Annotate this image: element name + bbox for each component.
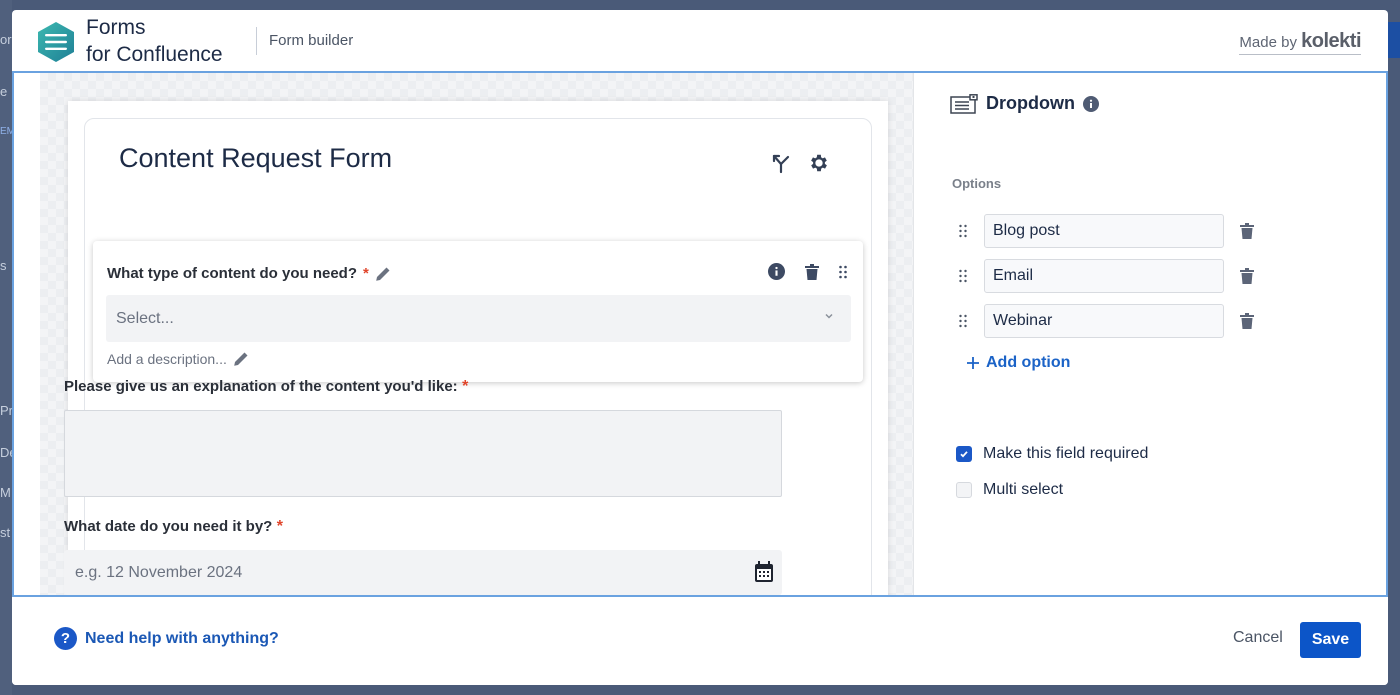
background-text: st — [0, 525, 11, 540]
form-builder-modal: Forms for Confluence Form builder Made b… — [12, 10, 1388, 685]
explanation-field-label[interactable]: Please give us an explanation of the con… — [64, 378, 468, 396]
help-link[interactable]: ? Need help with anything? — [54, 627, 279, 650]
option-input[interactable] — [984, 259, 1224, 293]
required-checkbox[interactable] — [956, 446, 972, 462]
delete-option-icon[interactable] — [1240, 313, 1254, 329]
content-type-select[interactable]: Select... — [106, 295, 851, 342]
delete-trash-icon[interactable] — [805, 263, 819, 280]
info-icon[interactable] — [1082, 95, 1099, 112]
field-label[interactable]: What type of content do you need? * — [107, 265, 391, 282]
field-label-text: What type of content do you need? — [107, 265, 357, 282]
multi-select-label: Multi select — [983, 481, 1064, 498]
forms-logo-icon — [38, 22, 74, 62]
selected-field-dropdown[interactable]: What type of content do you need? * Sele… — [93, 241, 863, 382]
field-properties-panel: Dropdown Options Add option Mak — [914, 73, 1388, 595]
background-text: M — [0, 485, 11, 500]
option-row — [958, 259, 1254, 293]
background-text: or — [0, 32, 12, 47]
field-label-text: What date do you need it by? — [64, 518, 273, 535]
date-field-label[interactable]: What date do you need it by? * — [64, 518, 283, 536]
required-asterisk: * — [462, 378, 469, 395]
multi-select-checkbox-row[interactable]: Multi select — [956, 481, 1063, 499]
made-by-prefix: Made by — [1239, 34, 1297, 51]
delete-option-icon[interactable] — [1240, 268, 1254, 284]
required-asterisk: * — [276, 518, 284, 535]
edit-pencil-icon[interactable] — [375, 266, 391, 282]
drag-handle-icon[interactable] — [958, 269, 968, 283]
required-label: Make this field required — [983, 445, 1149, 462]
form-title[interactable]: Content Request Form — [119, 143, 392, 174]
plus-icon — [967, 357, 979, 369]
drag-handle-icon[interactable] — [839, 265, 847, 279]
save-button[interactable]: Save — [1300, 622, 1361, 658]
add-option-label: Add option — [986, 354, 1071, 371]
explanation-textarea[interactable] — [64, 410, 782, 497]
dropdown-field-icon — [950, 93, 978, 114]
cancel-button[interactable]: Cancel — [1233, 629, 1283, 647]
field-label-text: Please give us an explanation of the con… — [64, 378, 458, 395]
calendar-icon[interactable] — [754, 561, 774, 583]
background-text: s — [0, 258, 7, 273]
required-asterisk: * — [363, 265, 369, 282]
select-placeholder: Select... — [116, 309, 174, 327]
background-text: e — [0, 84, 8, 99]
required-checkbox-row[interactable]: Make this field required — [956, 445, 1148, 463]
delete-option-icon[interactable] — [1240, 223, 1254, 239]
option-row — [958, 214, 1254, 248]
header-subtitle: Form builder — [269, 32, 354, 49]
add-description[interactable]: Add a description... — [107, 351, 249, 367]
checkmark-icon — [960, 451, 968, 458]
form-canvas: Content Request Form What type of conten… — [12, 73, 914, 608]
modal-footer: ? Need help with anything? Cancel Save — [12, 595, 1388, 685]
option-row — [958, 304, 1254, 338]
brand-name: Forms for Confluence — [86, 14, 223, 68]
options-label: Options — [952, 176, 1002, 191]
edit-pencil-icon[interactable] — [233, 351, 249, 367]
option-input[interactable] — [984, 214, 1224, 248]
kolekti-logo: kolekti — [1301, 30, 1361, 52]
add-option-button[interactable]: Add option — [966, 354, 1070, 372]
modal-header: Forms for Confluence Form builder Made b… — [12, 10, 1388, 73]
description-placeholder: Add a description... — [107, 351, 227, 367]
conditional-logic-icon[interactable] — [769, 151, 793, 175]
drag-handle-icon[interactable] — [958, 314, 968, 328]
made-by-link[interactable]: Made by kolekti — [1239, 30, 1361, 55]
help-label: Need help with anything? — [85, 629, 279, 647]
multi-select-checkbox[interactable] — [956, 482, 972, 498]
header-divider — [256, 27, 257, 55]
date-input[interactable]: e.g. 12 November 2024 — [64, 550, 782, 595]
date-placeholder: e.g. 12 November 2024 — [75, 563, 243, 581]
drag-handle-icon[interactable] — [958, 224, 968, 238]
field-type-heading: Dropdown — [950, 93, 1099, 114]
background-page-left: or e EM s Pr De M st — [0, 0, 17, 695]
info-icon[interactable] — [768, 263, 785, 280]
field-type-title: Dropdown — [986, 93, 1075, 113]
brand-line-2: for Confluence — [86, 43, 223, 66]
brand-line-1: Forms — [86, 16, 146, 39]
help-question-icon: ? — [54, 627, 77, 650]
chevron-down-icon — [825, 313, 833, 319]
option-input[interactable] — [984, 304, 1224, 338]
settings-gear-icon[interactable] — [807, 151, 831, 175]
